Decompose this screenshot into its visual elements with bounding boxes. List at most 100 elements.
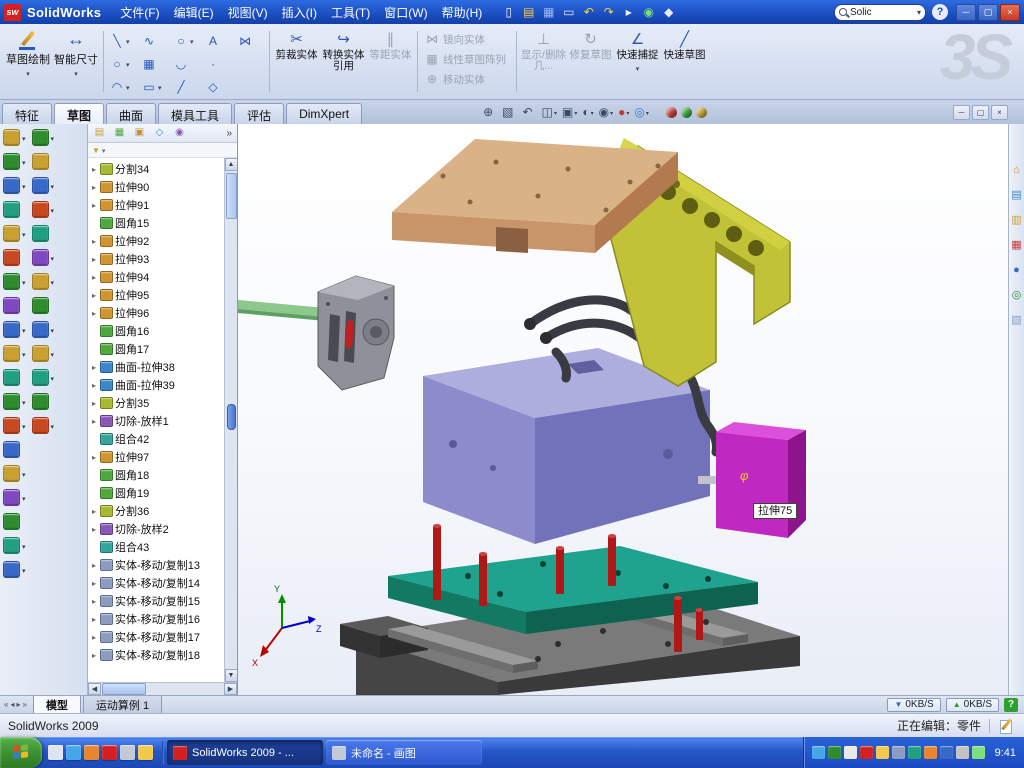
feature-toolbar-button[interactable] [3,272,26,291]
scene-ball-icon[interactable] [681,107,692,118]
trim-entities-button[interactable]: ✂ 剪裁实体 [273,26,320,97]
sheet-nav-arrow[interactable]: ▸ [16,700,20,709]
start-button[interactable] [0,737,42,768]
view-palette-icon[interactable]: ▦ [1010,239,1023,252]
dropdown-caret-icon[interactable] [102,144,106,156]
custom-properties-icon[interactable]: ▧ [1010,314,1023,327]
tray-icon[interactable] [876,746,889,759]
search-box[interactable]: Solic [834,4,926,21]
feature-toolbar-button[interactable] [3,536,26,555]
commandmanager-tab[interactable]: DimXpert [286,103,362,124]
scroll-down-arrow[interactable] [225,669,238,682]
scroll-left-arrow[interactable] [88,683,101,695]
tray-icon[interactable] [892,746,905,759]
offset-entities-button[interactable]: ∥ 等距实体 [367,26,414,97]
feature-tree-item[interactable]: 拉伸91 [88,196,224,214]
sheet-nav-arrow[interactable]: ◂ [10,700,14,709]
doc-minimize-button[interactable]: ─ [953,105,970,120]
tray-icon[interactable] [956,746,969,759]
print-icon[interactable]: ▭ [559,3,578,22]
menu-item[interactable]: 窗口(W) [377,1,434,24]
expander-icon[interactable] [90,253,98,265]
repair-sketch-button[interactable]: ↻ 修复草图 [567,26,614,97]
sketch-fillet-icon[interactable]: ◡ [171,53,202,74]
feature-toolbar-button[interactable] [3,416,26,435]
feature-toolbar-button[interactable] [3,176,26,195]
feature-toolbar-button[interactable] [3,392,26,411]
expander-icon[interactable] [90,235,98,247]
undo-icon[interactable]: ↶ [579,3,598,22]
setting-ball-icon[interactable] [696,107,707,118]
feature-tree-item[interactable]: 拉伸95 [88,286,224,304]
ie-icon[interactable] [66,745,81,760]
feature-toolbar-button[interactable] [32,392,55,411]
tray-icon[interactable] [908,746,921,759]
expander-icon[interactable] [90,361,98,373]
feature-tree-item[interactable]: 拉伸93 [88,250,224,268]
propertymanager-tab[interactable]: ▦ [111,126,128,141]
graphics-area[interactable]: φ Y X Z 拉伸75 [238,124,1008,695]
expander-icon[interactable] [90,271,98,283]
taskbar-task[interactable]: 未命名 - 画图 [326,740,482,765]
minimize-button[interactable]: ─ [956,4,976,21]
feature-tree-item[interactable]: 分割35 [88,394,224,412]
rectangle-tool-icon[interactable]: ▭ [139,76,170,97]
close-button[interactable]: × [1000,4,1020,21]
feature-toolbar-button[interactable] [32,176,55,195]
quick-snaps-button[interactable]: ∠ 快速捕捉 [614,26,661,97]
expander-icon[interactable] [90,577,98,589]
configurationmanager-tab[interactable]: ▣ [131,126,148,141]
feature-tree-item[interactable]: 圆角15 [88,214,224,232]
feature-toolbar-button[interactable] [3,152,26,171]
open-icon[interactable]: ▤ [519,3,538,22]
options-icon[interactable]: ◆ [659,3,678,22]
tray-icon[interactable] [940,746,953,759]
dimxpert-tab[interactable]: ◇ [151,126,168,141]
polygon-tool-icon[interactable]: ◇ [203,76,234,97]
filter-icon[interactable]: ▼ [92,146,100,155]
feature-toolbar-button[interactable] [32,416,55,435]
ellipse-tool-icon[interactable]: ○ [171,30,202,51]
feature-tree-item[interactable]: 切除-放样1 [88,412,224,430]
tray-icon[interactable] [812,746,825,759]
redo-icon[interactable]: ↷ [599,3,618,22]
hide-show-items-icon[interactable]: ◉ [598,105,615,119]
display-delete-relations-button[interactable]: ⊥ 显示/删除几... [520,26,567,97]
commandmanager-tab[interactable]: 曲面 [106,103,156,124]
feature-tree-item[interactable]: 实体-移动/复制15 [88,592,224,610]
help-icon[interactable]: ? [932,4,948,20]
model-part-rod[interactable] [238,300,331,321]
show-desktop-icon[interactable] [48,745,63,760]
feature-toolbar-button[interactable] [32,272,55,291]
feature-toolbar-button[interactable] [3,464,26,483]
rebuild-icon[interactable]: ◉ [639,3,658,22]
taskbar-task[interactable]: SolidWorks 2009 - ... [167,740,323,765]
mirror-entities-button[interactable]: ⋈ 镜向实体 [421,31,513,47]
feature-toolbar-button[interactable] [3,344,26,363]
feature-tree-item[interactable]: 圆角16 [88,322,224,340]
expander-icon[interactable] [90,181,98,193]
feature-tree-item[interactable]: 曲面-拉伸38 [88,358,224,376]
text-tool-icon[interactable]: A [203,30,234,51]
sheet-nav-arrow[interactable]: » [22,700,26,709]
tray-icon[interactable] [828,746,841,759]
view-orientation-icon[interactable]: ▣ [561,105,578,119]
tray-icon[interactable] [860,746,873,759]
expander-icon[interactable] [90,523,98,535]
tray-icon[interactable] [972,746,985,759]
featuremanager-tree-tab[interactable]: ▤ [91,126,108,141]
expander-icon[interactable] [90,505,98,517]
feature-toolbar-button[interactable] [32,200,55,219]
feature-toolbar-button[interactable] [3,128,26,147]
expander-icon[interactable] [90,307,98,319]
feature-tree-item[interactable]: 实体-移动/复制13 [88,556,224,574]
feature-tree-item[interactable]: 分割34 [88,160,224,178]
expander-icon[interactable] [90,613,98,625]
panel-overflow-chevron[interactable]: » [226,128,234,139]
spline-tool-icon[interactable]: ∿ [139,30,170,51]
feature-toolbar-button[interactable] [32,152,55,171]
feature-tree-item[interactable]: 拉伸96 [88,304,224,322]
commandmanager-tab[interactable]: 草图 [54,103,104,124]
feature-toolbar-button[interactable] [32,320,55,339]
scrollbar-track[interactable] [101,683,224,695]
